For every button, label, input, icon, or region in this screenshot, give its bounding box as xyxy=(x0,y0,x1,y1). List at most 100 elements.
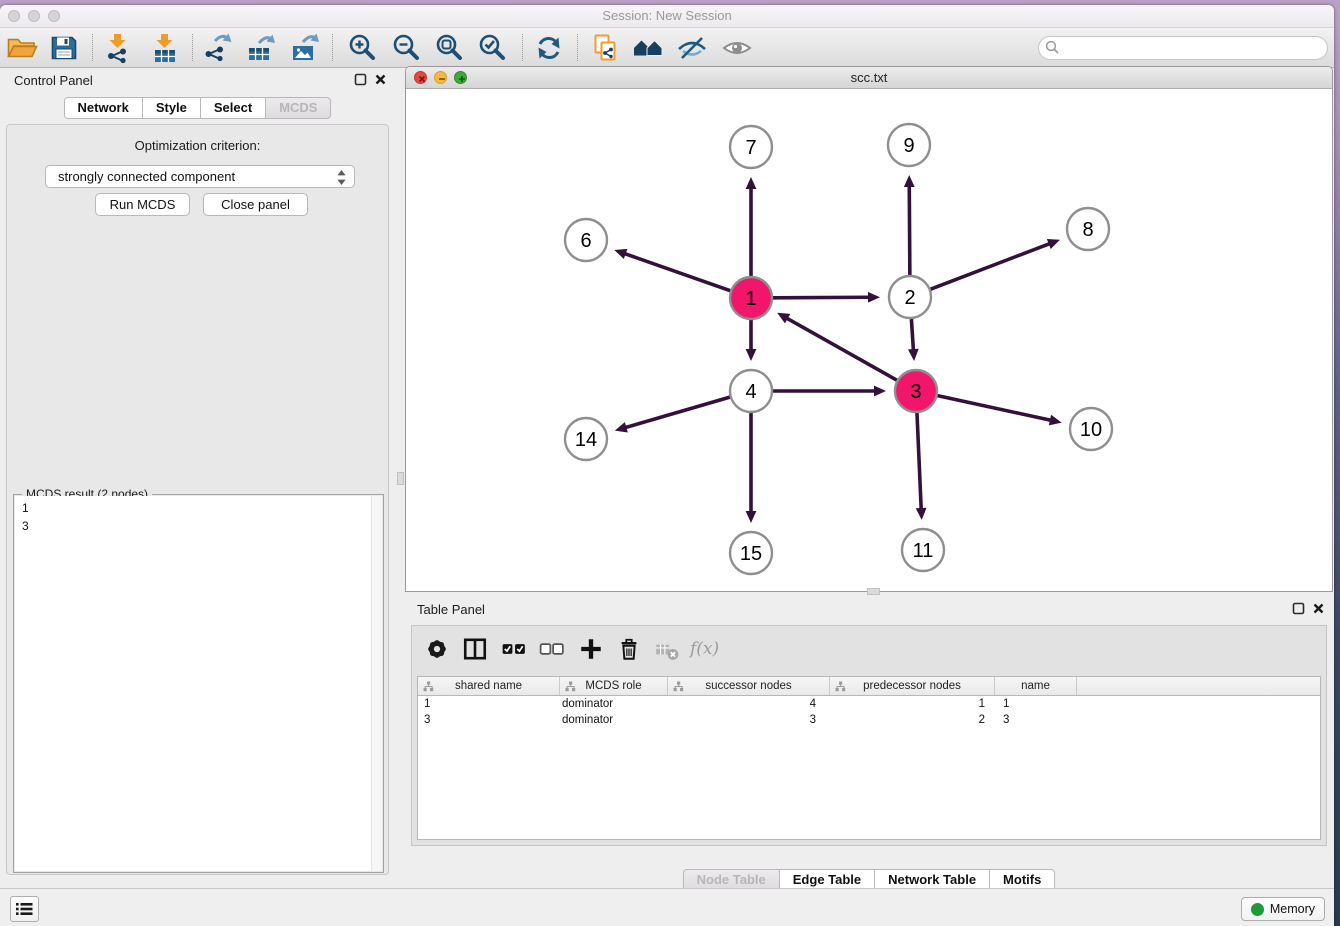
zoom-in-icon[interactable] xyxy=(345,31,379,65)
table-cell[interactable]: 1 xyxy=(830,696,995,712)
memory-button[interactable]: Memory xyxy=(1241,897,1325,921)
export-image-icon[interactable] xyxy=(288,31,322,65)
float-table-panel-icon[interactable] xyxy=(1292,602,1305,615)
toolbar-separator xyxy=(332,34,333,61)
column-header-successor-nodes[interactable]: successor nodes xyxy=(668,677,830,695)
refresh-view-icon[interactable] xyxy=(532,31,566,65)
graph-edge-3-1[interactable] xyxy=(786,318,897,381)
graph-node-3[interactable]: 3 xyxy=(895,370,937,412)
column-header-predecessor-nodes[interactable]: predecessor nodes xyxy=(830,677,995,695)
clear-all-checks-icon[interactable] xyxy=(539,636,567,664)
table-cell[interactable]: 1 xyxy=(418,696,560,712)
show-graphics-details-icon[interactable] xyxy=(720,31,754,65)
desktop: Session: New Session xyxy=(0,0,1340,926)
table-cell[interactable]: dominator xyxy=(560,696,668,712)
run-mcds-button[interactable]: Run MCDS xyxy=(95,193,190,216)
select-all-checks-icon[interactable] xyxy=(501,636,529,664)
import-table-icon[interactable] xyxy=(148,31,182,65)
close-panel-button[interactable]: Close panel xyxy=(203,193,308,216)
graph-node-6[interactable]: 6 xyxy=(565,219,607,261)
graph-arrowhead xyxy=(615,422,628,432)
table-panel-title: Table Panel xyxy=(417,602,485,617)
optimization-criterion-select[interactable]: strongly connected component xyxy=(45,165,355,188)
graph-node-1[interactable]: 1 xyxy=(730,277,772,319)
vertical-splitter-grip[interactable] xyxy=(397,472,404,485)
network-window-titlebar[interactable]: scc.txt xyxy=(406,67,1332,89)
graph-node-14[interactable]: 14 xyxy=(565,418,607,460)
cytoscape-window: Session: New Session xyxy=(0,5,1334,926)
table-cell[interactable]: dominator xyxy=(560,712,668,728)
clone-network-icon[interactable] xyxy=(588,31,622,65)
home-layout-icon[interactable] xyxy=(631,31,665,65)
export-table-icon[interactable] xyxy=(244,31,278,65)
column-chooser-icon[interactable] xyxy=(462,636,490,664)
table-body: 1dominator4113dominator323 xyxy=(418,696,1320,728)
delete-table-icon[interactable] xyxy=(654,636,682,664)
close-panel-icon[interactable] xyxy=(374,73,387,86)
graph-node-8[interactable]: 8 xyxy=(1067,208,1109,250)
save-session-icon[interactable] xyxy=(47,31,81,65)
svg-text:14: 14 xyxy=(575,429,597,451)
graph-node-4[interactable]: 4 xyxy=(730,370,772,412)
svg-text:10: 10 xyxy=(1080,419,1102,441)
task-history-button[interactable] xyxy=(10,896,39,922)
network-graph[interactable]: 1 2 3 4 6 7 8 9 10 11 14 15 xyxy=(407,89,1333,592)
graph-edge-2-3[interactable] xyxy=(911,319,913,351)
float-panel-icon[interactable] xyxy=(354,73,367,86)
zoom-out-icon[interactable] xyxy=(389,31,423,65)
import-network-icon[interactable] xyxy=(101,31,135,65)
table-cell[interactable]: 2 xyxy=(830,712,995,728)
column-header-name[interactable]: name xyxy=(995,677,1077,695)
table-cell[interactable]: 1 xyxy=(995,696,1077,712)
table-cell[interactable]: 3 xyxy=(418,712,560,728)
zoom-selected-icon[interactable] xyxy=(475,31,509,65)
table-settings-icon[interactable] xyxy=(424,636,452,664)
zoom-fit-icon[interactable] xyxy=(432,31,466,65)
result-scrollbar[interactable] xyxy=(371,496,382,871)
export-network-icon[interactable] xyxy=(201,31,235,65)
tab-mcds[interactable]: MCDS xyxy=(265,97,331,119)
window-titlebar[interactable]: Session: New Session xyxy=(0,5,1334,28)
table-cell[interactable]: 4 xyxy=(668,696,830,712)
graph-node-9[interactable]: 9 xyxy=(888,124,930,166)
graph-node-2[interactable]: 2 xyxy=(889,276,931,318)
apply-function-icon[interactable]: f(x) xyxy=(690,639,718,667)
dropdown-value: strongly connected component xyxy=(58,169,235,184)
graph-edge-2-9[interactable] xyxy=(909,185,910,275)
delete-row-icon[interactable] xyxy=(616,636,644,664)
graph-edge-1-6[interactable] xyxy=(624,253,731,290)
graph-node-10[interactable]: 10 xyxy=(1070,408,1112,450)
tab-select[interactable]: Select xyxy=(200,97,266,119)
table-panel-body: f(x) shared nameMCDS rolesuccessor nodes… xyxy=(411,625,1327,846)
search-input[interactable] xyxy=(1038,36,1328,60)
column-header-shared-name[interactable]: shared name xyxy=(418,677,560,695)
graph-node-15[interactable]: 15 xyxy=(730,532,772,574)
graph-edge-4-14[interactable] xyxy=(624,397,729,428)
table-row[interactable]: 1dominator411 xyxy=(418,696,1320,712)
horizontal-splitter-grip[interactable] xyxy=(867,588,880,595)
graph-arrowhead xyxy=(874,386,886,397)
open-session-icon[interactable] xyxy=(5,31,39,65)
graph-edge-1-2[interactable] xyxy=(773,297,870,298)
main-toolbar xyxy=(0,28,1334,68)
graph-edge-3-11[interactable] xyxy=(917,413,921,510)
tab-network[interactable]: Network xyxy=(64,97,143,119)
table-header-row: shared nameMCDS rolesuccessor nodesprede… xyxy=(418,677,1320,696)
graph-edge-2-8[interactable] xyxy=(931,243,1051,289)
table-cell[interactable]: 3 xyxy=(668,712,830,728)
close-table-panel-icon[interactable] xyxy=(1312,602,1325,615)
graph-edge-3-10[interactable] xyxy=(937,396,1051,421)
mcds-result-text[interactable]: 13 xyxy=(15,496,382,871)
hide-graphics-details-icon[interactable] xyxy=(675,31,709,65)
table-cell[interactable]: 3 xyxy=(995,712,1077,728)
svg-text:8: 8 xyxy=(1082,219,1093,241)
table-row[interactable]: 3dominator323 xyxy=(418,712,1320,728)
graph-node-11[interactable]: 11 xyxy=(902,529,944,571)
add-row-icon[interactable] xyxy=(578,636,606,664)
mcds-result-line: 3 xyxy=(22,517,382,535)
optimization-criterion-label: Optimization criterion: xyxy=(7,138,388,153)
dropdown-stepper-icon xyxy=(337,170,346,185)
tab-style[interactable]: Style xyxy=(142,97,201,119)
graph-node-7[interactable]: 7 xyxy=(730,126,772,168)
column-header-MCDS-role[interactable]: MCDS role xyxy=(560,677,668,695)
